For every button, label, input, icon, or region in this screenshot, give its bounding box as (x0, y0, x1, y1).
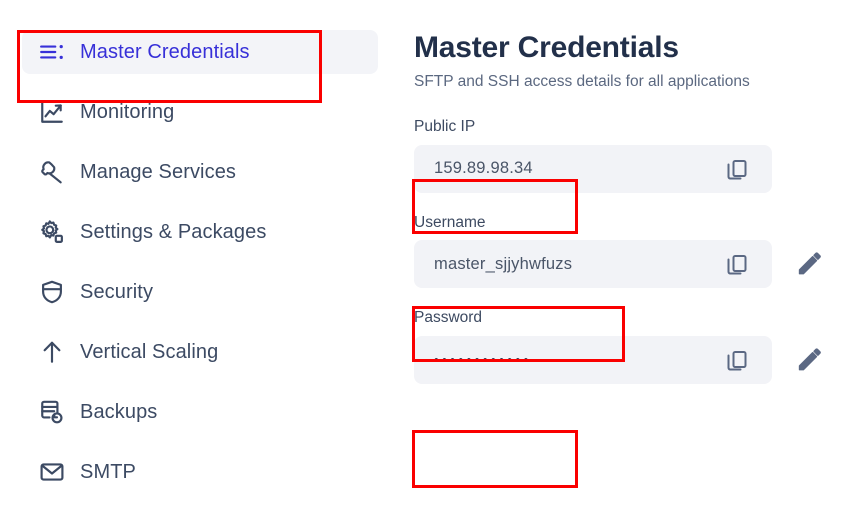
app-root: Master Credentials Monitoring Manage Servi… (0, 0, 866, 520)
field-label-username: Username (414, 213, 486, 231)
sidebar-item-label: Manage Services (80, 160, 237, 183)
sidebar: Master Credentials Monitoring Manage Servi… (0, 0, 400, 520)
sidebar-item-label: Settings & Packages (80, 220, 267, 243)
field-row-public-ip: 159.89.98.34 (414, 144, 866, 193)
edit-password-icon[interactable] (794, 345, 824, 375)
chart-line-icon (38, 98, 66, 126)
sidebar-item-manage-services[interactable]: Manage Services (22, 150, 378, 194)
sidebar-item-smtp[interactable]: SMTP (22, 450, 378, 494)
copy-public-ip-icon[interactable] (724, 156, 750, 182)
field-box-username[interactable]: master_sjjyhwfuzs (414, 240, 772, 289)
field-group-password: Password •••••••••••• (414, 309, 866, 384)
field-row-username: master_sjjyhwfuzs (414, 240, 866, 289)
list-lines-icon (38, 38, 66, 66)
copy-username-icon[interactable] (724, 251, 750, 277)
edit-username-icon[interactable] (794, 249, 824, 279)
page-title: Master Credentials (414, 31, 679, 64)
sidebar-item-label: Monitoring (80, 100, 175, 123)
envelope-icon (38, 458, 66, 486)
page-subtitle: SFTP and SSH access details for all appl… (414, 73, 750, 90)
backup-restore-icon (38, 398, 66, 426)
credentials-field-list: Public IP 159.89.98.34 Username master_sjjy… (414, 118, 866, 384)
main-content: Master Credentials SFTP and SSH access d… (400, 0, 866, 520)
gear-icon (38, 218, 66, 246)
field-group-public-ip: Public IP 159.89.98.34 (414, 118, 866, 193)
sidebar-item-label: Backups (80, 400, 158, 423)
field-value-password: •••••••••••• (434, 352, 532, 368)
sidebar-item-backups[interactable]: Backups (22, 390, 378, 434)
field-value-username: master_sjjyhwfuzs (434, 254, 573, 273)
arrow-up-icon (38, 338, 66, 366)
sidebar-item-label: Master Credentials (80, 40, 250, 63)
field-label-password: Password (414, 309, 483, 327)
sidebar-item-vertical-scaling[interactable]: Vertical Scaling (22, 330, 378, 374)
field-box-password[interactable]: •••••••••••• (414, 335, 772, 384)
field-row-password: •••••••••••• (414, 335, 866, 384)
field-value-public-ip: 159.89.98.34 (434, 159, 533, 178)
sidebar-item-label: SMTP (80, 460, 136, 483)
sidebar-item-settings-packages[interactable]: Settings & Packages (22, 210, 378, 254)
copy-password-icon[interactable] (724, 347, 750, 373)
field-group-username: Username master_sjjyhwfuzs (414, 214, 866, 289)
field-box-public-ip[interactable]: 159.89.98.34 (414, 144, 772, 193)
sidebar-item-label: Security (80, 280, 154, 303)
wrench-icon (38, 158, 66, 186)
shield-icon (38, 278, 66, 306)
sidebar-item-master-credentials[interactable]: Master Credentials (22, 30, 378, 74)
field-label-public-ip: Public IP (414, 118, 476, 136)
sidebar-item-monitoring[interactable]: Monitoring (22, 90, 378, 134)
sidebar-item-security[interactable]: Security (22, 270, 378, 314)
sidebar-item-label: Vertical Scaling (80, 340, 219, 363)
